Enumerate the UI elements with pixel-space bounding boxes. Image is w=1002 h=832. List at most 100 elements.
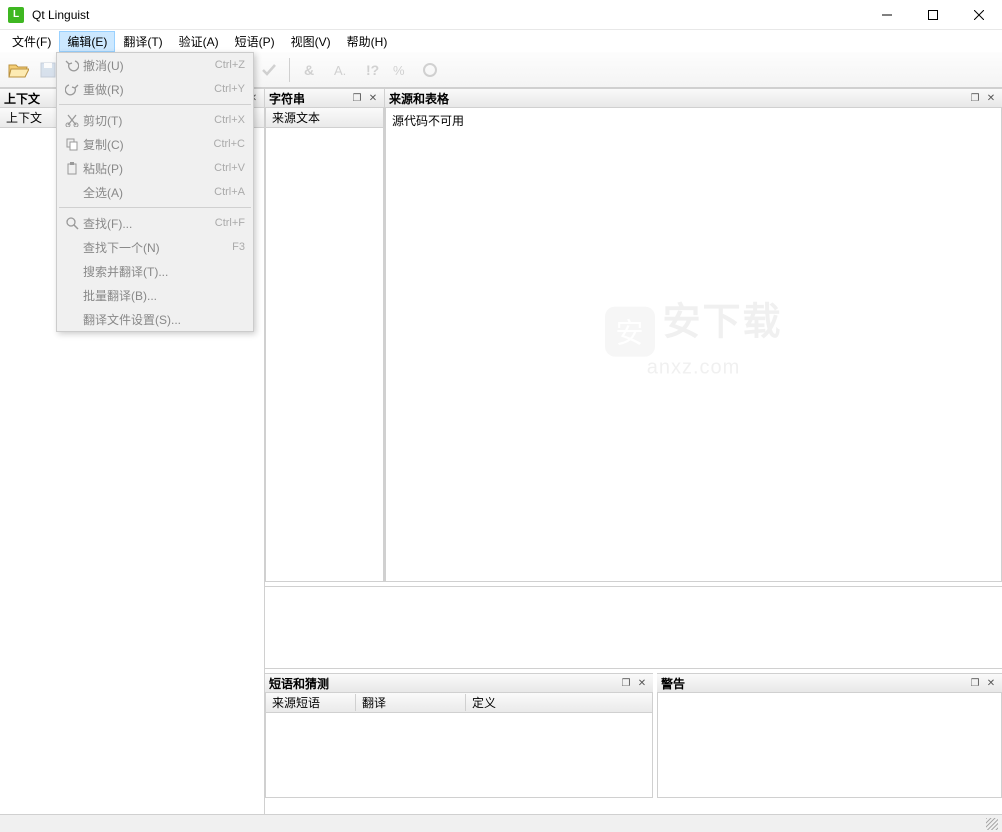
warnings-panel-header: 警告 ❐ ✕ bbox=[657, 673, 1002, 693]
menu-item-label: 翻译文件设置(S)... bbox=[83, 311, 245, 328]
edit-menu-item: 搜索并翻译(T)... bbox=[57, 259, 253, 283]
phrases-panel-header: 短语和猜测 ❐ ✕ bbox=[265, 673, 653, 693]
menu-help[interactable]: 帮助(H) bbox=[339, 31, 396, 52]
source-panel-title: 来源和表格 bbox=[389, 90, 966, 107]
menu-item-shortcut: Ctrl+Z bbox=[215, 59, 245, 71]
source-unavailable-text: 源代码不可用 bbox=[386, 108, 1001, 133]
menu-item-label: 剪切(T) bbox=[83, 112, 214, 129]
minimize-button[interactable] bbox=[864, 0, 910, 30]
toolbar-validate-button-2[interactable]: A. bbox=[326, 56, 354, 84]
menu-item-label: 复制(C) bbox=[83, 136, 214, 153]
menu-translate[interactable]: 翻译(T) bbox=[115, 31, 170, 52]
menu-item-shortcut: Ctrl+X bbox=[214, 114, 245, 126]
menu-phrases[interactable]: 短语(P) bbox=[227, 31, 283, 52]
menu-item-shortcut: Ctrl+F bbox=[215, 217, 245, 229]
menu-item-shortcut: Ctrl+V bbox=[214, 162, 245, 174]
source-view: 源代码不可用 安下载 anxz.com bbox=[385, 108, 1002, 582]
menu-item-label: 搜索并翻译(T)... bbox=[83, 263, 245, 280]
dock-close-icon[interactable]: ✕ bbox=[366, 91, 380, 105]
dock-close-icon[interactable]: ✕ bbox=[635, 676, 649, 690]
menu-item-label: 撤消(U) bbox=[83, 57, 215, 74]
edit-menu-item: 复制(C)Ctrl+C bbox=[57, 132, 253, 156]
copy-icon bbox=[61, 137, 83, 151]
status-bar bbox=[0, 814, 1002, 832]
svg-text:&: & bbox=[304, 62, 314, 78]
toolbar-done-button[interactable] bbox=[255, 56, 283, 84]
edit-menu-item: 重做(R)Ctrl+Y bbox=[57, 77, 253, 101]
strings-panel-title: 字符串 bbox=[269, 90, 348, 107]
toolbar-separator bbox=[289, 58, 290, 82]
menu-item-label: 重做(R) bbox=[83, 81, 214, 98]
dock-float-icon[interactable]: ❐ bbox=[619, 676, 633, 690]
menu-item-label: 批量翻译(B)... bbox=[83, 287, 245, 304]
menu-view[interactable]: 视图(V) bbox=[283, 31, 339, 52]
menu-file[interactable]: 文件(F) bbox=[4, 31, 59, 52]
edit-menu-item: 剪切(T)Ctrl+X bbox=[57, 108, 253, 132]
source-panel-header: 来源和表格 ❐ ✕ bbox=[385, 88, 1002, 108]
translation-editor[interactable] bbox=[265, 586, 1002, 669]
menu-item-shortcut: Ctrl+C bbox=[214, 138, 245, 150]
menu-item-shortcut: Ctrl+A bbox=[214, 186, 245, 198]
cut-icon bbox=[61, 113, 83, 127]
menu-item-label: 粘贴(P) bbox=[83, 160, 214, 177]
strings-list[interactable]: 来源文本 bbox=[265, 108, 384, 582]
warnings-list[interactable] bbox=[657, 693, 1002, 798]
dock-float-icon[interactable]: ❐ bbox=[968, 676, 982, 690]
dock-float-icon[interactable]: ❐ bbox=[350, 91, 364, 105]
warnings-panel: 警告 ❐ ✕ bbox=[657, 673, 1002, 798]
bottom-row: 短语和猜测 ❐ ✕ 来源短语 翻译 定义 警告 ❐ ✕ bbox=[265, 673, 1002, 798]
menu-item-label: 查找下一个(N) bbox=[83, 239, 232, 256]
title-bar: L Qt Linguist bbox=[0, 0, 1002, 30]
edit-menu-item: 批量翻译(B)... bbox=[57, 283, 253, 307]
app-icon: L bbox=[8, 7, 24, 23]
resize-grip-icon[interactable] bbox=[986, 818, 998, 830]
edit-menu-item: 翻译文件设置(S)... bbox=[57, 307, 253, 331]
dock-close-icon[interactable]: ✕ bbox=[984, 91, 998, 105]
phrases-col-translation[interactable]: 翻译 bbox=[356, 694, 466, 711]
undo-icon bbox=[61, 58, 83, 72]
edit-menu-item: 查找下一个(N)F3 bbox=[57, 235, 253, 259]
warnings-panel-title: 警告 bbox=[661, 675, 966, 692]
svg-text:!?: !? bbox=[366, 62, 379, 78]
toolbar-validate-button-5[interactable] bbox=[416, 56, 444, 84]
strings-panel-header: 字符串 ❐ ✕ bbox=[265, 88, 384, 108]
toolbar-open-button[interactable] bbox=[4, 56, 32, 84]
dock-float-icon[interactable]: ❐ bbox=[968, 91, 982, 105]
watermark: 安下载 anxz.com bbox=[604, 291, 782, 380]
phrases-panel-title: 短语和猜测 bbox=[269, 675, 617, 692]
menu-item-shortcut: Ctrl+Y bbox=[214, 83, 245, 95]
toolbar-validate-button-3[interactable]: !? bbox=[356, 56, 384, 84]
strings-panel: 字符串 ❐ ✕ 来源文本 bbox=[265, 88, 385, 582]
menu-item-label: 查找(F)... bbox=[83, 215, 215, 232]
edit-menu-item: 全选(A)Ctrl+A bbox=[57, 180, 253, 204]
svg-text:A.: A. bbox=[334, 63, 346, 78]
strings-column-header[interactable]: 来源文本 bbox=[266, 108, 383, 128]
paste-icon bbox=[61, 161, 83, 175]
edit-menu-dropdown: 撤消(U)Ctrl+Z重做(R)Ctrl+Y剪切(T)Ctrl+X复制(C)Ct… bbox=[56, 52, 254, 332]
find-icon bbox=[61, 216, 83, 230]
redo-icon bbox=[61, 82, 83, 96]
menu-separator bbox=[59, 207, 251, 208]
right-area: 字符串 ❐ ✕ 来源文本 来源和表格 ❐ ✕ 源代码不可用 安下载 bbox=[265, 88, 1002, 814]
dock-close-icon[interactable]: ✕ bbox=[984, 676, 998, 690]
menu-edit[interactable]: 编辑(E) bbox=[59, 31, 115, 52]
edit-menu-item: 撤消(U)Ctrl+Z bbox=[57, 53, 253, 77]
phrases-col-definition[interactable]: 定义 bbox=[466, 694, 652, 711]
edit-menu-item: 粘贴(P)Ctrl+V bbox=[57, 156, 253, 180]
maximize-button[interactable] bbox=[910, 0, 956, 30]
source-panel: 来源和表格 ❐ ✕ 源代码不可用 安下载 anxz.com bbox=[385, 88, 1002, 582]
close-button[interactable] bbox=[956, 0, 1002, 30]
phrases-col-source[interactable]: 来源短语 bbox=[266, 694, 356, 711]
edit-menu-item: 查找(F)...Ctrl+F bbox=[57, 211, 253, 235]
toolbar-validate-button-4[interactable]: % bbox=[386, 56, 414, 84]
phrases-columns: 来源短语 翻译 定义 bbox=[266, 693, 652, 713]
menu-bar: 文件(F) 编辑(E) 翻译(T) 验证(A) 短语(P) 视图(V) 帮助(H… bbox=[0, 30, 1002, 52]
menu-item-label: 全选(A) bbox=[83, 184, 214, 201]
top-row: 字符串 ❐ ✕ 来源文本 来源和表格 ❐ ✕ 源代码不可用 安下载 bbox=[265, 88, 1002, 582]
menu-item-shortcut: F3 bbox=[232, 241, 245, 253]
phrases-table[interactable]: 来源短语 翻译 定义 bbox=[265, 693, 653, 798]
window-title: Qt Linguist bbox=[32, 8, 864, 22]
menu-validate[interactable]: 验证(A) bbox=[171, 31, 227, 52]
phrases-panel: 短语和猜测 ❐ ✕ 来源短语 翻译 定义 bbox=[265, 673, 653, 798]
toolbar-validate-button-1[interactable]: & bbox=[296, 56, 324, 84]
